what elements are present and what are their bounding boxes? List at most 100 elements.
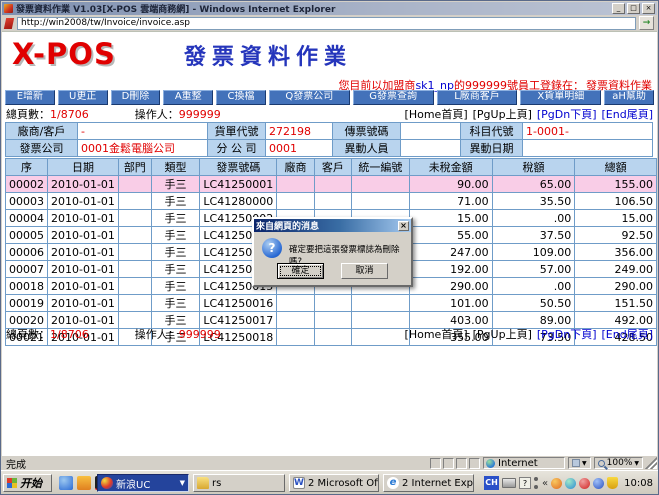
task-dropdown-icon[interactable]: ▼	[180, 479, 185, 487]
tray-icon-4[interactable]	[593, 478, 604, 489]
invoice-cell	[277, 193, 314, 210]
invoice-cell: 2010-01-01	[48, 210, 119, 227]
invoice-row[interactable]: 000032010-01-01手三LC4128000071.0035.50106…	[6, 193, 657, 210]
invoice-cell: 2010-01-01	[48, 176, 119, 193]
invoice-row[interactable]: 000022010-01-01手三LC4125000190.0065.00155…	[6, 176, 657, 193]
tray-icon-2[interactable]	[565, 478, 576, 489]
ime-indicator[interactable]: CH	[484, 476, 499, 490]
invoice-cell: 00004	[6, 210, 48, 227]
invoice-cell: 手三	[151, 176, 200, 193]
invoice-row[interactable]: 000192010-01-01手三LC41250016101.0050.5015…	[6, 295, 657, 312]
printer-icon[interactable]	[502, 478, 516, 488]
dropdown-arrow-icon: ▼	[634, 460, 639, 467]
close-button[interactable]: ×	[642, 3, 655, 14]
field-value[interactable]: -	[78, 123, 208, 140]
help-icon[interactable]: ?	[519, 477, 531, 489]
invoice-cell: 151.50	[575, 295, 657, 312]
invoice-cell	[352, 193, 410, 210]
taskbar-task-1[interactable]: 新浪UC ▼	[97, 474, 189, 492]
tray-icon-1[interactable]	[551, 478, 562, 489]
start-button[interactable]: 开始	[3, 474, 52, 492]
invoice-cell: LC41250016	[200, 295, 277, 312]
dialog-titlebar[interactable]: 來自網頁的消息 ×	[254, 219, 411, 232]
task-label: rs	[212, 478, 221, 489]
operator-label: 操作人：	[135, 326, 179, 342]
desktop: { "window": { "title": "發票資料作業 V1.03[X-P…	[0, 0, 659, 495]
field-value[interactable]	[523, 140, 653, 157]
nav-button-8[interactable]: L廠商客戶	[437, 90, 518, 105]
pager-link-1[interactable]: [Home首頁]	[405, 106, 468, 122]
taskbar-task-2[interactable]: rs	[193, 474, 285, 492]
dialog-close-icon[interactable]: ×	[398, 221, 409, 231]
invoice-cell: 109.00	[492, 244, 575, 261]
field-value[interactable]: 0001	[266, 140, 333, 157]
invoice-cell: 50.50	[492, 295, 575, 312]
nav-button-10[interactable]: aH幫助	[604, 90, 654, 105]
quick-launch-icon-2[interactable]	[77, 476, 91, 490]
invoice-cell	[314, 312, 351, 329]
window-favicon-icon	[4, 4, 13, 13]
invoice-cell: 65.00	[492, 176, 575, 193]
nav-button-5[interactable]: C換檔	[216, 90, 266, 105]
nav-button-2[interactable]: U更正	[58, 90, 108, 105]
collapse-tray-icon[interactable]: «	[542, 478, 548, 489]
invoice-cell: 手三	[151, 244, 200, 261]
resize-grip[interactable]	[645, 457, 657, 469]
invoice-cell: 90.00	[409, 176, 492, 193]
column-header: 總額	[575, 159, 657, 176]
zoom-control[interactable]: 100%▼	[594, 457, 643, 469]
pager-link-4[interactable]: [End尾頁]	[602, 326, 654, 342]
pager-link-2[interactable]: [PgUp上頁]	[473, 106, 532, 122]
invoice-cell: 92.50	[575, 227, 657, 244]
column-header: 日期	[48, 159, 119, 176]
invoice-cell: 00006	[6, 244, 48, 261]
status-separator	[430, 458, 441, 469]
invoice-cell	[277, 176, 314, 193]
operator-label: 操作人：	[135, 106, 179, 122]
cancel-button[interactable]: 取消	[341, 263, 388, 279]
nav-button-9[interactable]: X貨單明細	[520, 90, 601, 105]
pager-link-2[interactable]: [PgUp上頁]	[473, 326, 532, 342]
invoice-cell: LC41250001	[200, 176, 277, 193]
field-label: 廠商/客戶	[6, 123, 78, 140]
invoice-cell: 2010-01-01	[48, 193, 119, 210]
pager-link-3[interactable]: [PgDn下頁]	[537, 326, 597, 342]
restore-button[interactable]: □	[627, 3, 640, 14]
magnifier-icon	[598, 460, 605, 467]
taskbar-task-3[interactable]: W2 Microsoft Off...▼	[289, 474, 379, 492]
minimize-button[interactable]: _	[612, 3, 625, 14]
invoice-cell	[277, 295, 314, 312]
tray-icon-3[interactable]	[579, 478, 590, 489]
pager-link-3[interactable]: [PgDn下頁]	[537, 106, 597, 122]
pager-link-4[interactable]: [End尾頁]	[602, 106, 654, 122]
column-header: 發票號碼	[200, 159, 277, 176]
nav-button-7[interactable]: G發票查詢	[353, 90, 434, 105]
task-label: 新浪UC	[116, 476, 150, 491]
security-shield-icon[interactable]	[607, 477, 618, 489]
ok-button[interactable]: 確定	[277, 263, 324, 279]
invoice-cell: 00005	[6, 227, 48, 244]
nav-button-3[interactable]: D刪除	[111, 90, 161, 105]
column-header: 廠商	[277, 159, 314, 176]
invoice-cell: 15.00	[409, 210, 492, 227]
pages-value: 1/8706	[50, 328, 89, 341]
nav-button-6[interactable]: Q發票公司	[269, 90, 350, 105]
url-input[interactable]: http://win2008/tw/Invoice/invoice.asp	[17, 17, 636, 30]
field-value[interactable]: 272198	[266, 123, 333, 140]
invoice-cell: 101.00	[409, 295, 492, 312]
field-value[interactable]	[401, 140, 461, 157]
field-value[interactable]: 1-0001-	[523, 123, 653, 140]
nav-button-1[interactable]: E增新	[5, 90, 55, 105]
page-view-segment[interactable]: ▼	[568, 457, 591, 469]
invoice-cell	[352, 295, 410, 312]
invoice-cell: LC41250017	[200, 312, 277, 329]
quick-launch-icon-1[interactable]	[59, 476, 73, 490]
pager-link-1[interactable]: [Home首頁]	[405, 326, 468, 342]
invoice-cell	[314, 176, 351, 193]
field-value[interactable]: 0001金鬆電腦公司	[78, 140, 208, 157]
go-button[interactable]: →	[639, 16, 654, 30]
nav-button-4[interactable]: A重整	[163, 90, 213, 105]
taskbar-task-4[interactable]: e2 Internet Expl...▼	[383, 474, 474, 492]
window-titlebar[interactable]: 發票資料作業 V1.03[X-POS 雲端商務網] - Windows Inte…	[2, 2, 657, 15]
field-value[interactable]	[401, 123, 461, 140]
